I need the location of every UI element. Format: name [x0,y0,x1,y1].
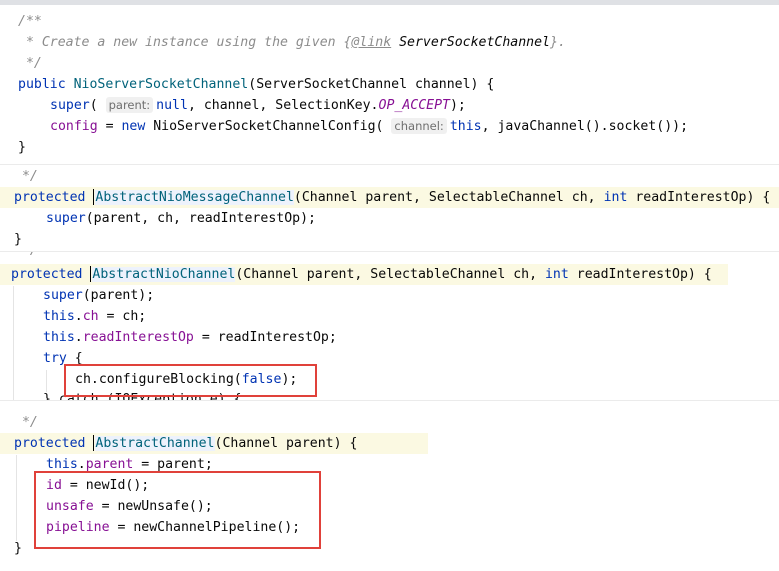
code-snippet-abstract-nio-channel: */ protected AbstractNioChannel(Channel … [0,252,779,400]
assign-op: = [97,119,122,134]
comment-close: */ [14,415,38,430]
code-snippet-abstract-channel: */ protected AbstractChannel(Channel par… [0,401,779,571]
super-call-line[interactable]: super(parent, ch, readInterestOp); [46,209,316,229]
param-hint-parent: parent: [105,97,154,113]
indent-guide [46,370,47,392]
indent-guide [13,286,14,400]
config-field[interactable]: config [50,119,98,134]
closing-brace: } [18,140,26,155]
constructor-name[interactable]: AbstractChannel [95,436,215,451]
modifier-protected: protected [14,436,94,451]
this-keyword: this [43,309,75,324]
constructor-params: (Channel parent, SelectableChannel ch, [235,267,545,282]
javadoc-close: */ [18,56,42,71]
parent-field[interactable]: parent [86,457,134,472]
javadoc-text-end: }. [549,35,566,50]
op-accept-constant[interactable]: OP_ACCEPT [379,98,450,113]
param-hint-channel: channel: [391,118,447,134]
javadoc-open: /** [18,14,42,29]
this-keyword: this [449,119,482,134]
javadoc-text: * Create a new instance using the given … [18,35,352,50]
config-class[interactable]: NioServerSocketChannelConfig( [153,119,391,134]
constructor-name[interactable]: AbstractNioMessageChannel [95,190,294,205]
constructor-name[interactable]: AbstractNioChannel [92,267,236,282]
constructor-name[interactable]: NioServerSocketChannel [74,77,249,92]
comment-close: */ [14,252,38,261]
constructor-params-tail: readInterestOp) { [627,190,771,205]
read-interest-op-field[interactable]: readInterestOp [83,330,194,345]
super-keyword: super [43,288,83,303]
super-args: , channel, SelectionKey. [187,98,379,113]
javadoc-description: * Create a new instance using the given … [18,33,566,53]
super-end: ); [449,98,466,113]
indent-guide [16,455,17,541]
int-keyword: int [544,267,569,282]
comment-close: */ [14,169,38,184]
super-keyword: super [50,98,90,113]
constructor-params-tail: readInterestOp) { [568,267,712,282]
modifier-protected: protected [11,267,91,282]
this-ch-assign-line[interactable]: this.ch = ch; [43,307,146,327]
constructor-signature[interactable]: protected AbstractNioChannel(Channel par… [11,265,712,285]
javadoc-link-ref[interactable]: ServerSocketChannel [391,35,550,50]
constructor-signature[interactable]: protected AbstractNioMessageChannel(Chan… [14,188,770,208]
code-snippet-abstract-nio-message-channel: */ protected AbstractNioMessageChannel(C… [0,165,779,251]
highlight-box-field-init [34,471,321,549]
dot: . [74,309,83,324]
super-call-line[interactable]: super( parent: null, channel, SelectionKe… [50,96,466,116]
javadoc-link-tag[interactable]: @link [351,35,391,50]
modifier-public: public [18,77,74,92]
super-args: (parent); [82,288,155,303]
super-keyword: super [46,211,86,226]
paren-open: ( [89,98,106,113]
modifier-protected: protected [14,190,94,205]
this-keyword: this [43,330,75,345]
this-read-interest-op-line[interactable]: this.readInterestOp = readInterestOp; [43,328,337,348]
constructor-signature[interactable]: public NioServerSocketChannel(ServerSock… [18,75,494,95]
closing-brace: } [14,232,22,247]
config-assign-line[interactable]: config = new NioServerSocketChannelConfi… [50,117,688,137]
dot: . [77,457,86,472]
this-keyword: this [46,457,78,472]
constructor-signature[interactable]: protected AbstractChannel(Channel parent… [14,434,357,454]
constructor-params: (ServerSocketChannel channel) { [248,77,495,92]
constructor-params: (Channel parent) { [214,436,358,451]
assign-rest: = readInterestOp; [193,330,337,345]
code-snippet-nio-server-socket-channel: /** * Create a new instance using the gi… [0,5,779,164]
closing-brace: } [14,541,22,556]
super-args: (parent, ch, readInterestOp); [85,211,316,226]
highlight-box-configure-blocking [64,364,317,397]
super-call-line[interactable]: super(parent); [43,286,154,306]
new-keyword: new [121,119,154,134]
dot: . [74,330,83,345]
ch-field[interactable]: ch [83,309,99,324]
int-keyword: int [603,190,628,205]
assign-rest: = parent; [133,457,213,472]
config-args: , javaChannel().socket()); [481,119,689,134]
null-keyword: null [156,98,188,113]
assign-rest: = ch; [98,309,147,324]
constructor-params: (Channel parent, SelectableChannel ch, [293,190,604,205]
